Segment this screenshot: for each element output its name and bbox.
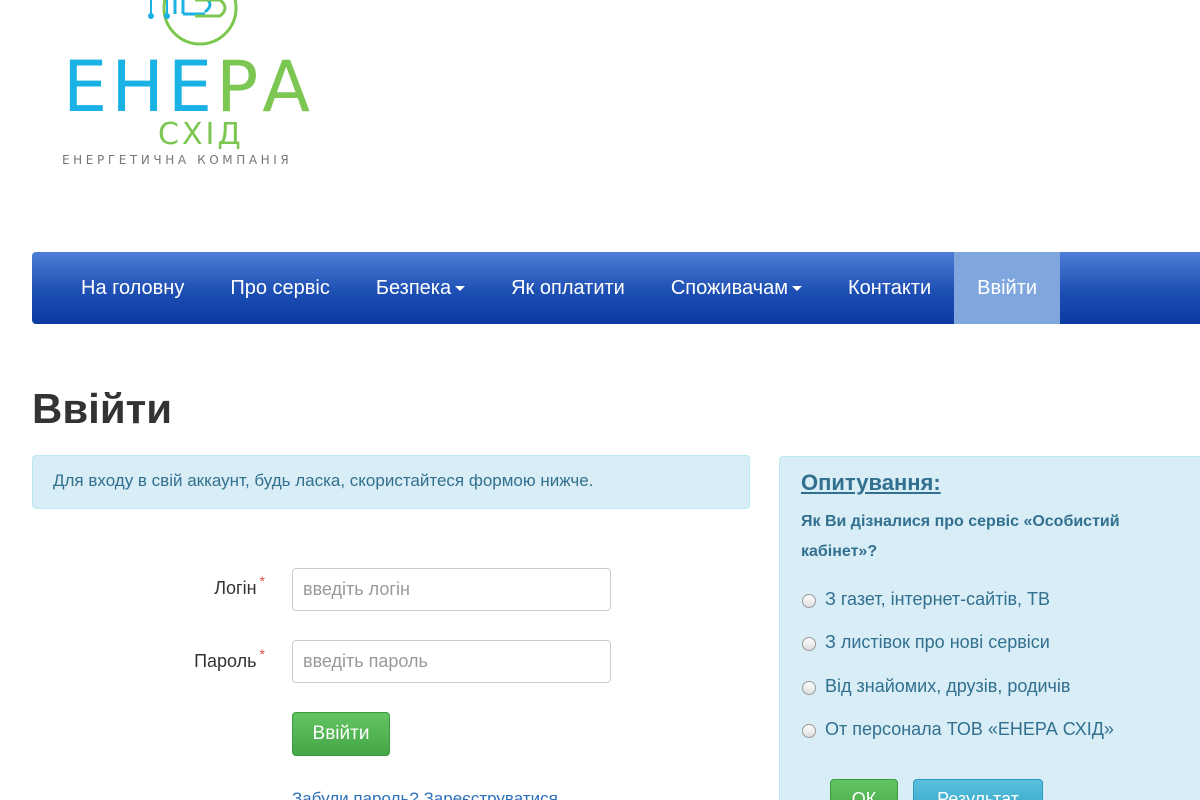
page: ЕНЕРА СХІД ЕНЕРГЕТИЧНА КОМПАНІЯ На голов… xyxy=(0,0,1200,800)
logo-word-part1: ЕНЕ xyxy=(63,46,217,128)
nav-item-label: На головну xyxy=(81,276,185,299)
nav-item-login[interactable]: Ввійти xyxy=(954,252,1061,324)
logo-tagline: ЕНЕРГЕТИЧНА КОМПАНІЯ xyxy=(62,153,293,167)
logo-word-part2: РА xyxy=(216,46,315,128)
poll-option-label: Від знайомих, друзів, родичів xyxy=(825,676,1071,696)
poll-option-label: От персонала ТОВ «ЕНЕРА СХІД» xyxy=(825,719,1114,739)
password-label-text: Пароль xyxy=(194,651,257,671)
poll-result-button[interactable]: Результат xyxy=(913,779,1043,800)
nav-item-label: Безпека xyxy=(375,276,452,299)
nav-item-home[interactable]: На головну xyxy=(58,252,207,324)
logo-subtitle: СХІД xyxy=(158,117,244,152)
required-mark: * xyxy=(259,646,265,662)
radio-button[interactable] xyxy=(802,681,816,695)
caret-down-icon xyxy=(455,285,466,291)
password-label: Пароль * xyxy=(105,646,265,672)
forgot-password-link[interactable]: Забули пароль? xyxy=(292,789,419,800)
logo-wordmark: ЕНЕРА xyxy=(63,52,314,122)
nav-item-contacts[interactable]: Контакти xyxy=(825,252,954,324)
poll-option-staff[interactable]: От персонала ТОВ «ЕНЕРА СХІД» xyxy=(802,719,1114,740)
nav-item-label: Споживачам xyxy=(670,276,788,299)
nav-item-about[interactable]: Про сервіс xyxy=(207,252,353,324)
poll-option-label: З газет, інтернет-сайтів, ТВ xyxy=(825,589,1051,609)
register-link[interactable]: Зареєструватися xyxy=(424,789,558,800)
main-navbar: На головну Про сервіс Безпека Як оплатит… xyxy=(32,252,1200,324)
poll-ok-button[interactable]: ОК xyxy=(830,779,898,800)
nav-item-how-to-pay[interactable]: Як оплатити xyxy=(488,252,648,324)
poll-option-media[interactable]: З газет, інтернет-сайтів, ТВ xyxy=(802,589,1050,610)
nav-item-label: Про сервіс xyxy=(230,276,330,299)
auth-links: Забули пароль? Зареєструватися xyxy=(292,789,558,800)
nav-item-label: Як оплатити xyxy=(511,276,625,299)
radio-button[interactable] xyxy=(802,594,816,608)
login-label: Логін * xyxy=(105,573,265,599)
poll-option-friends[interactable]: Від знайомих, друзів, родичів xyxy=(802,676,1070,697)
info-alert: Для входу в свій аккаунт, будь ласка, ск… xyxy=(32,455,750,509)
poll-option-label: З листівок про нові сервіси xyxy=(825,632,1050,652)
required-mark: * xyxy=(259,573,265,589)
caret-down-icon xyxy=(791,285,802,291)
poll-question: Як Ви дізналися про сервіс «Особистий ка… xyxy=(801,513,1120,560)
poll-title: Опитування: xyxy=(801,470,941,495)
login-input[interactable] xyxy=(292,568,611,611)
nav-item-label: Контакти xyxy=(847,276,932,299)
page-title: Ввійти xyxy=(32,385,173,432)
login-submit-button[interactable]: Ввійти xyxy=(292,712,390,756)
password-input[interactable] xyxy=(292,640,611,683)
radio-button[interactable] xyxy=(802,637,816,651)
poll-panel: Опитування: Як Ви дізналися про сервіс «… xyxy=(779,456,1200,800)
login-label-text: Логін xyxy=(214,578,257,598)
company-logo[interactable]: ЕНЕРА СХІД ЕНЕРГЕТИЧНА КОМПАНІЯ xyxy=(55,0,355,175)
nav-item-security[interactable]: Безпека xyxy=(353,252,488,324)
nav-item-label: Ввійти xyxy=(977,276,1038,299)
poll-option-leaflets[interactable]: З листівок про нові сервіси xyxy=(802,632,1050,653)
nav-item-consumers[interactable]: Споживачам xyxy=(648,252,825,324)
radio-button[interactable] xyxy=(802,724,816,738)
